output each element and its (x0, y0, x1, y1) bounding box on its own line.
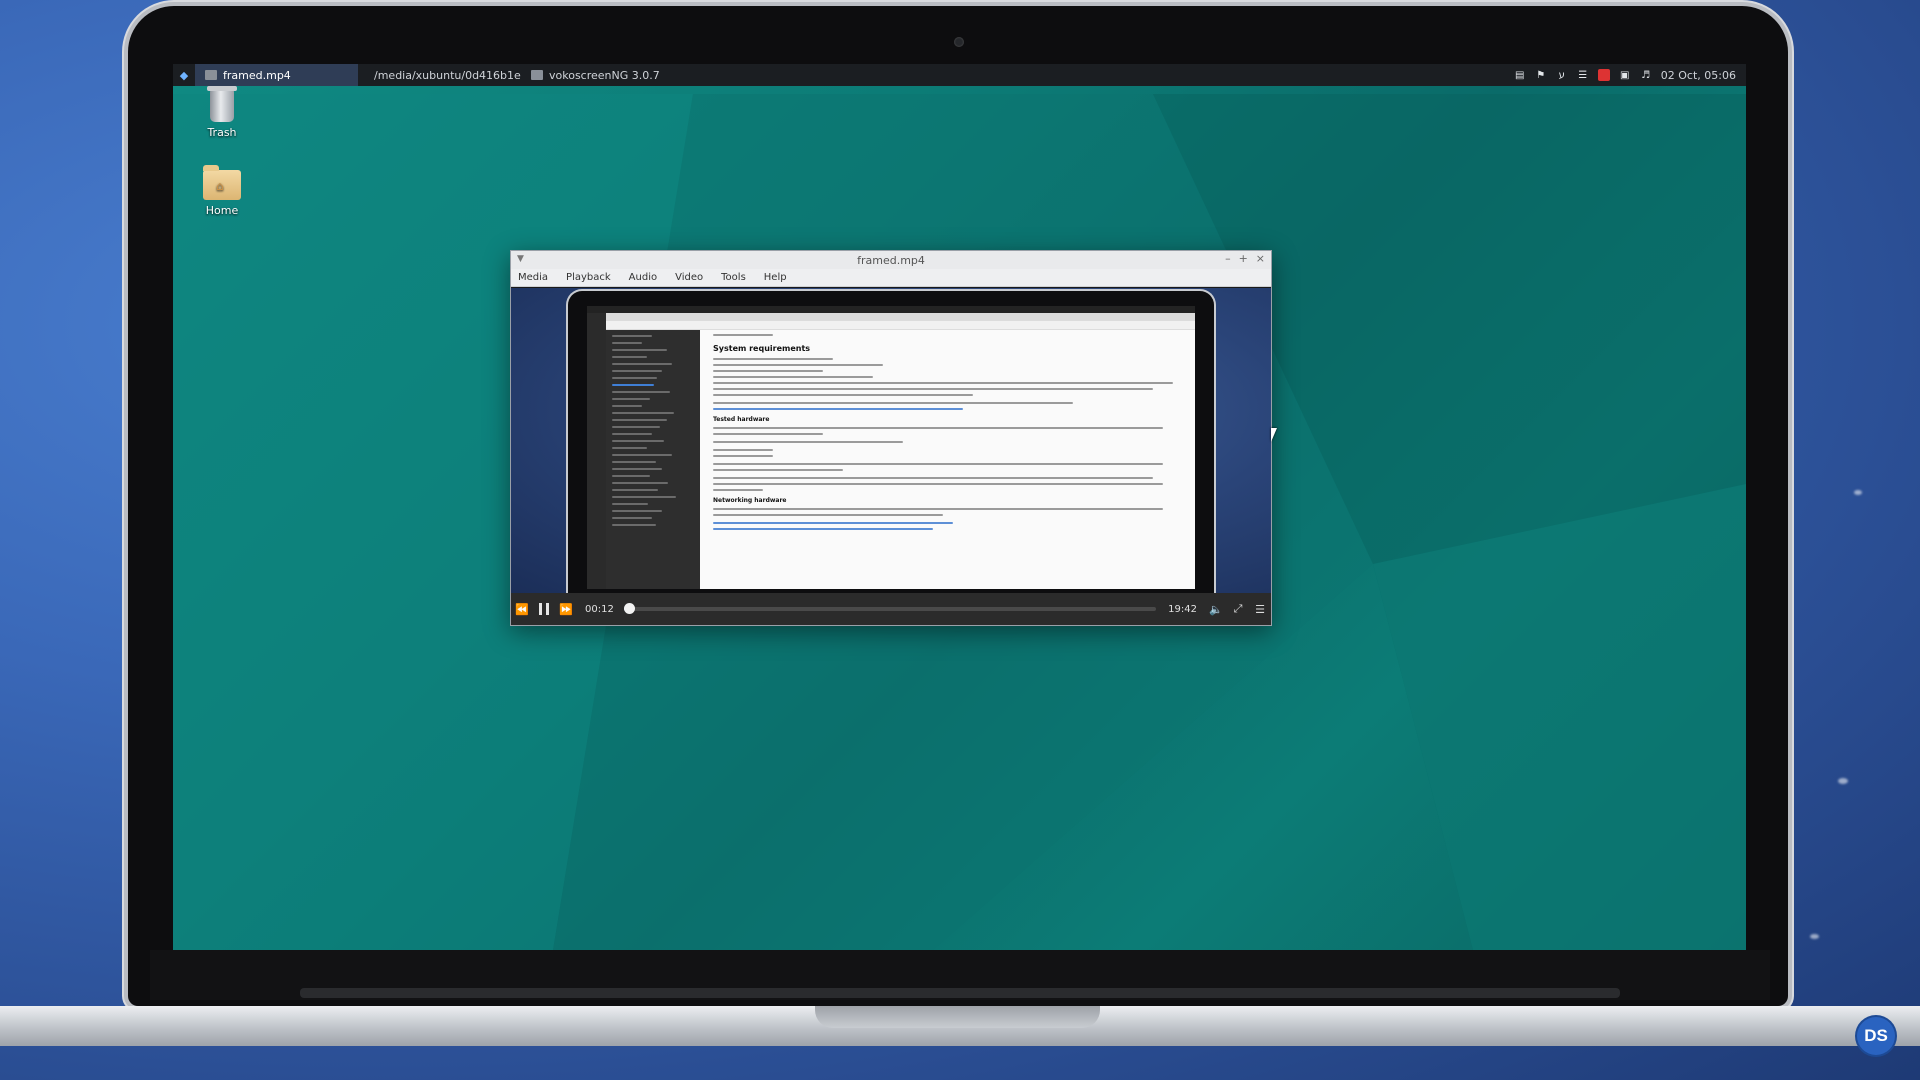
taskbar: ◆ framed.mp4 /media/xubuntu/0d416b1e-...… (173, 64, 1746, 86)
lock-icon[interactable]: ▣ (1619, 69, 1631, 81)
vokoscreen-task-icon (531, 70, 543, 80)
bokeh-dot (1660, 3, 1700, 5)
window-menu-icon[interactable]: ▼ (517, 254, 524, 264)
channel-badge: DS (1857, 1017, 1895, 1055)
time-total: 19:42 (1168, 603, 1197, 615)
pause-icon (539, 603, 549, 615)
laptop-bottom-bezel (150, 950, 1770, 1000)
clock[interactable]: 02 Oct, 05:06 (1661, 69, 1736, 82)
minimize-icon[interactable]: – (1225, 252, 1231, 265)
volume-icon[interactable]: ♬ (1640, 69, 1652, 81)
desktop-icon-trash[interactable]: Trash (187, 86, 257, 139)
task-file-manager[interactable]: /media/xubuntu/0d416b1e-... (358, 64, 521, 86)
bell-icon[interactable]: ⚑ (1535, 69, 1547, 81)
time-elapsed: 00:12 (585, 603, 614, 615)
mouse-cursor-icon (1271, 428, 1277, 442)
record-icon[interactable] (1597, 69, 1610, 81)
bluetooth-icon[interactable]: ע (1556, 69, 1568, 81)
seek-handle[interactable] (624, 603, 636, 614)
menu-audio[interactable]: Audio (629, 272, 657, 283)
fullscreen-button[interactable]: ⤢ (1227, 598, 1249, 620)
seek-slider[interactable] (623, 603, 1157, 614)
webcam-icon (954, 37, 964, 47)
menu-help[interactable]: Help (764, 272, 787, 283)
task-label: /media/xubuntu/0d416b1e-... (374, 68, 521, 82)
desktop-icon-label: Trash (207, 126, 237, 139)
menu-media[interactable]: Media (518, 272, 548, 283)
video-doc-body: System requirements Tested hardware Netw… (713, 332, 1183, 589)
fullscreen-icon: ⤢ (1233, 602, 1243, 615)
bokeh-dot (1838, 778, 1848, 784)
video-doc-heading: Tested hardware (713, 416, 770, 423)
video-dock (587, 313, 606, 589)
rewind-button[interactable]: ⏪ (511, 598, 533, 620)
bokeh-dot (1854, 490, 1862, 495)
pause-button[interactable] (533, 598, 555, 620)
video-doc-sidebar (606, 330, 700, 589)
desktop-screen: ◆ framed.mp4 /media/xubuntu/0d416b1e-...… (173, 64, 1746, 950)
vlc-task-icon (205, 70, 217, 80)
volume-button[interactable]: 🔈 (1205, 598, 1227, 620)
task-label: vokoscreenNG 3.0.7 (549, 68, 660, 82)
clipboard-icon[interactable]: ▤ (1514, 69, 1526, 81)
rewind-icon: ⏪ (515, 602, 529, 616)
window-titlebar[interactable]: ▼ framed.mp4 – + × (511, 251, 1271, 269)
menu-playback[interactable]: Playback (566, 272, 611, 283)
task-vokoscreen[interactable]: vokoscreenNG 3.0.7 (521, 64, 684, 86)
speaker-icon: 🔈 (1209, 602, 1223, 616)
desktop-icon-home[interactable]: ⌂ Home (187, 165, 257, 217)
menu-video[interactable]: Video (675, 272, 703, 283)
desktop-icon-label: Home (205, 204, 239, 217)
wifi-icon[interactable]: ☰ (1577, 69, 1589, 81)
laptop-notch (815, 1006, 1100, 1028)
menu-tools[interactable]: Tools (721, 272, 746, 283)
home-folder-icon: ⌂ (203, 165, 241, 200)
trash-icon (207, 86, 237, 122)
maximize-icon[interactable]: + (1239, 252, 1248, 265)
playlist-button[interactable]: ☰ (1249, 598, 1271, 620)
video-doc-heading: System requirements (713, 344, 811, 353)
window-controls: – + × (1225, 252, 1265, 265)
close-icon[interactable]: × (1256, 252, 1265, 265)
task-framed-mp4[interactable]: framed.mp4 (195, 64, 358, 86)
video-doc-heading: Networking hardware (713, 497, 787, 504)
window-title: framed.mp4 (857, 253, 925, 267)
bokeh-dot (1810, 934, 1819, 939)
video-canvas[interactable]: System requirements Tested hardware Netw… (511, 288, 1271, 593)
app-menu-button[interactable]: ◆ (173, 64, 195, 86)
fast-forward-button[interactable]: ⏩ (555, 598, 577, 620)
video-screen-content: System requirements Tested hardware Netw… (587, 306, 1195, 589)
vlc-controls: ⏪ ⏩ 00:12 19:42 🔈 ⤢ ☰ (511, 593, 1271, 625)
vlc-window: ▼ framed.mp4 – + × Media Playback Audio … (510, 250, 1272, 626)
xfce-menu-icon: ◆ (179, 68, 189, 82)
vlc-menubar: Media Playback Audio Video Tools Help (511, 269, 1271, 287)
task-label: framed.mp4 (223, 68, 291, 82)
system-tray: ▤ ⚑ ע ☰ ▣ ♬ 02 Oct, 05:06 (1514, 69, 1746, 82)
menu-icon: ☰ (1255, 602, 1265, 616)
fast-forward-icon: ⏩ (559, 602, 573, 616)
